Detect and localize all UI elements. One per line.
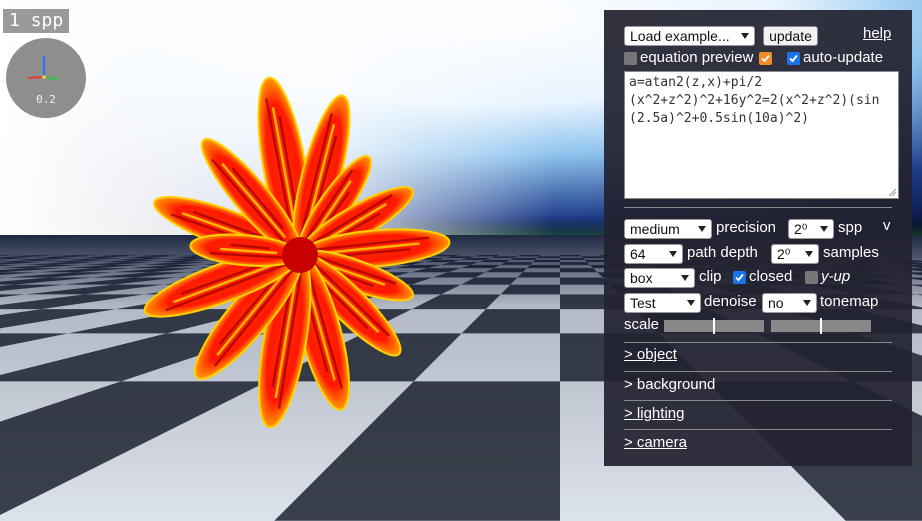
update-button[interactable]: update — [763, 26, 818, 46]
divider — [624, 429, 892, 430]
help-link[interactable]: help — [863, 25, 891, 42]
chevron-down-icon — [805, 251, 813, 257]
section-camera[interactable]: > camera — [624, 434, 687, 451]
samples-select[interactable]: 2⁰ — [771, 244, 819, 264]
chevron-down-icon — [687, 300, 695, 306]
tonemap-select[interactable]: no — [762, 293, 817, 313]
chevron-down-icon — [698, 226, 706, 232]
load-example-select[interactable]: Load example... — [624, 26, 755, 46]
clip-select[interactable]: box — [624, 268, 695, 288]
divider — [624, 371, 892, 372]
chevron-down-icon — [741, 33, 749, 39]
collapse-toggle[interactable]: v — [883, 217, 891, 235]
scale-slider-1[interactable] — [664, 318, 764, 334]
check-icon — [735, 273, 744, 282]
check-icon — [761, 54, 770, 63]
chevron-down-icon — [669, 251, 677, 257]
precision-select[interactable]: medium — [624, 219, 712, 239]
samples-label: samples — [823, 244, 879, 261]
denoise-select[interactable]: Test — [624, 293, 701, 313]
clip-label: clip — [699, 268, 722, 285]
spp-label: spp — [838, 219, 863, 236]
equation-preview-label: equation preview — [640, 49, 754, 66]
denoise-label: denoise — [704, 293, 757, 310]
scale-label: scale — [624, 316, 660, 333]
divider — [624, 342, 892, 343]
auto-update-toggle-orange[interactable] — [759, 52, 772, 65]
equation-preview-checkbox[interactable] — [624, 52, 637, 65]
y-up-checkbox[interactable] — [805, 271, 818, 284]
auto-update-label: auto-update — [803, 49, 884, 66]
chevron-down-icon — [681, 275, 689, 281]
slider-thumb[interactable] — [713, 318, 715, 334]
spp-select[interactable]: 2⁰ — [788, 219, 834, 239]
path-depth-label: path depth — [687, 244, 758, 261]
divider — [624, 207, 892, 208]
closed-checkbox[interactable] — [733, 271, 746, 284]
chevron-down-icon — [803, 300, 811, 306]
chevron-down-icon — [820, 226, 828, 232]
scale-slider-2[interactable] — [771, 318, 871, 334]
flower-center — [282, 237, 318, 273]
auto-update-checkbox[interactable] — [787, 52, 800, 65]
gizmo-scale-label: 0.2 — [36, 93, 56, 106]
y-up-label: y-up — [821, 268, 851, 285]
control-panel: Load example... update help equation pre… — [604, 10, 912, 466]
axes-gizmo[interactable]: 0.2 — [6, 38, 86, 118]
section-background[interactable]: > background — [624, 376, 715, 393]
divider — [624, 400, 892, 401]
section-lighting[interactable]: > lighting — [624, 405, 684, 422]
spp-counter: 1 spp — [3, 9, 70, 33]
closed-label: closed — [749, 268, 793, 285]
resize-grip-icon[interactable] — [887, 187, 897, 197]
precision-label: precision — [716, 219, 777, 236]
section-object[interactable]: > object — [624, 346, 677, 363]
tonemap-label: tonemap — [820, 293, 879, 310]
check-icon — [789, 54, 798, 63]
equation-textarea[interactable]: a=atan2(z,x)+pi/2 (x^2+z^2)^2+16y^2=2(x^… — [624, 71, 899, 199]
slider-thumb[interactable] — [820, 318, 822, 334]
path-depth-select[interactable]: 64 — [624, 244, 683, 264]
axes-icon — [27, 56, 59, 80]
